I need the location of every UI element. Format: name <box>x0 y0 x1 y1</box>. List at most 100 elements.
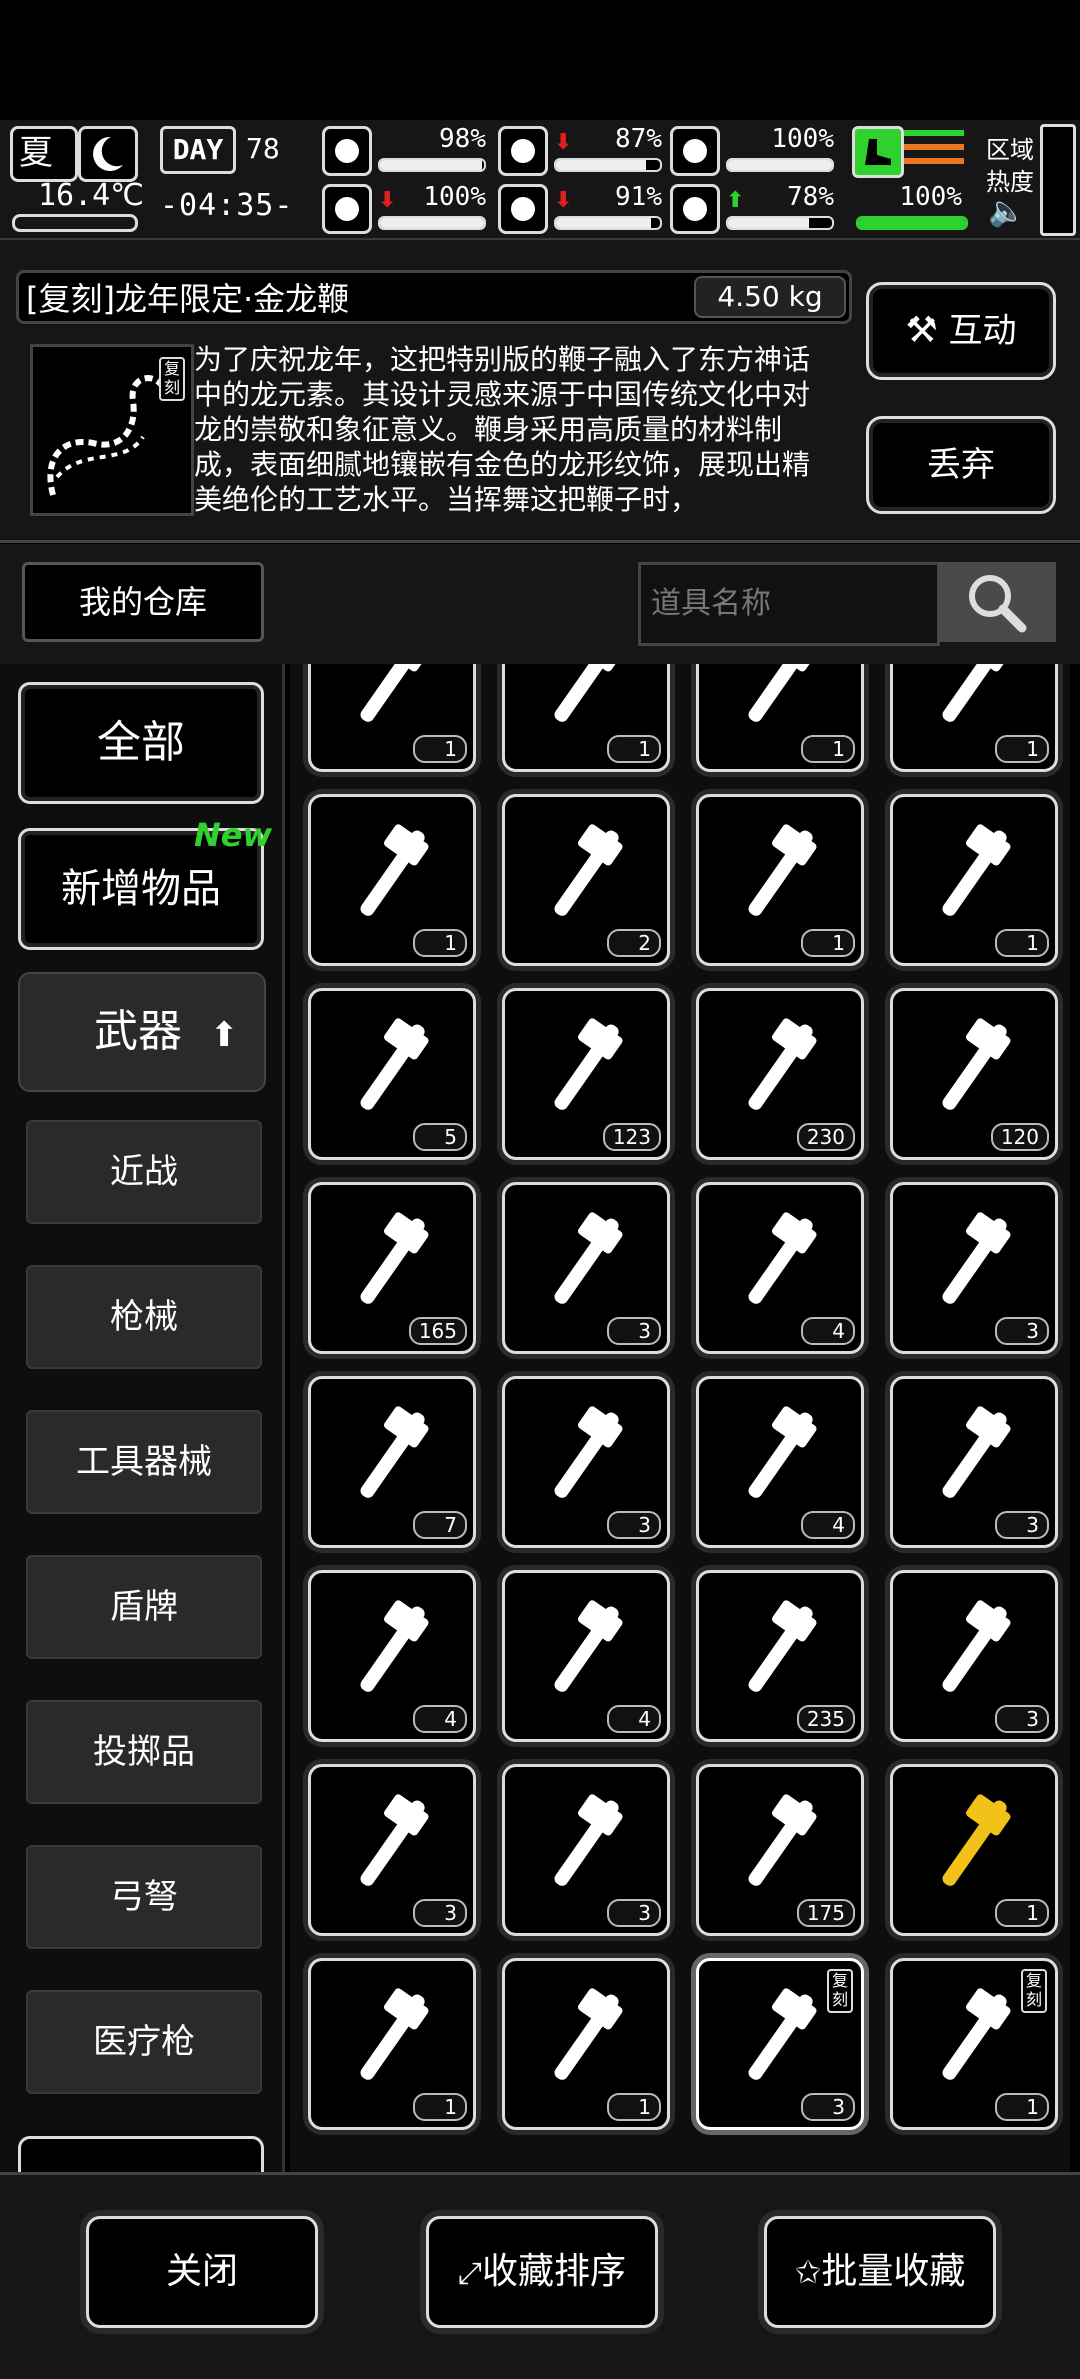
item-count: 3 <box>995 1317 1049 1345</box>
item-count: 1 <box>413 2093 467 2121</box>
item-count: 1 <box>801 929 855 957</box>
inventory-slot[interactable]: 1 <box>890 664 1058 772</box>
inventory-slot[interactable]: 复刻 3 <box>696 1958 864 2130</box>
inventory-slot[interactable]: 4 <box>696 1376 864 1548</box>
region-heat-label: 区域 热度 <box>986 134 1046 198</box>
stat-bar-fill <box>728 218 810 228</box>
star-icon: ✩ <box>794 2253 822 2291</box>
search-input[interactable]: 道具名称 <box>638 562 940 646</box>
inventory-slot[interactable]: 120 <box>890 988 1058 1160</box>
item-count: 120 <box>990 1123 1049 1151</box>
shovel-icon <box>360 1018 429 1110</box>
item-name: [复刻]龙年限定·金龙鞭 <box>26 280 350 318</box>
incendiary-icon <box>942 1018 1011 1110</box>
category-new-label: 新增物品 <box>61 866 221 912</box>
item-count: 165 <box>408 1317 467 1345</box>
inventory-slot[interactable]: 3 <box>502 1376 670 1548</box>
inventory-slot[interactable]: 3 <box>308 1764 476 1936</box>
inventory-slot[interactable]: 3 <box>890 1570 1058 1742</box>
inventory-slot[interactable]: 1 <box>308 664 476 772</box>
stat-bar <box>554 216 662 230</box>
item-count: 1 <box>413 929 467 957</box>
stat-bar-fill <box>556 160 647 170</box>
inventory-slot[interactable]: 7 <box>308 1376 476 1548</box>
item-count: 3 <box>801 2093 855 2121</box>
chainsaw-icon <box>360 1600 429 1692</box>
item-count: 1 <box>995 929 1049 957</box>
speaker-icon[interactable]: 🔈 <box>988 194 1025 229</box>
item-count: 3 <box>995 1705 1049 1733</box>
item-count: 3 <box>607 1511 661 1539</box>
golden-hammer-icon <box>942 1794 1011 1886</box>
minigun-icon <box>748 1212 817 1304</box>
item-count: 235 <box>796 1705 855 1733</box>
inventory-slot[interactable]: 3 <box>502 1764 670 1936</box>
inventory-slot[interactable]: 1 <box>308 1958 476 2130</box>
inventory-slot[interactable]: 165 <box>308 1182 476 1354</box>
inventory-slot[interactable]: 3 <box>890 1376 1058 1548</box>
inventory-slot[interactable]: 1 <box>696 664 864 772</box>
my-warehouse-button[interactable]: 我的仓库 <box>22 562 264 642</box>
item-count: 230 <box>796 1123 855 1151</box>
subcategory-item[interactable]: 工具器械 <box>26 1410 262 1514</box>
subcategory-item[interactable]: 医疗枪 <box>26 1990 262 2094</box>
subcategory-item[interactable]: 枪械 <box>26 1265 262 1369</box>
stat-bar <box>378 216 486 230</box>
stat-value: 91% <box>615 182 662 212</box>
cleaver-icon <box>554 1988 623 2080</box>
inventory-slot[interactable]: 复刻 1 <box>890 1958 1058 2130</box>
inventory-slot[interactable]: 123 <box>502 988 670 1160</box>
tomahawk-icon <box>554 1212 623 1304</box>
item-count: 1 <box>995 735 1049 763</box>
inventory-slot[interactable]: 1 <box>890 1764 1058 1936</box>
dragon-whip-icon <box>748 1988 817 2080</box>
inventory-slot[interactable]: 4 <box>308 1570 476 1742</box>
inventory-slot[interactable]: 4 <box>696 1182 864 1354</box>
category-all[interactable]: 全部 <box>18 682 264 804</box>
stat-bar-fill <box>380 218 484 228</box>
subcategory-item[interactable]: 弓弩 <box>26 1845 262 1949</box>
inventory-slot[interactable]: 3 <box>502 1182 670 1354</box>
inventory-slot[interactable]: 1 <box>308 794 476 966</box>
collapse-arrow-icon: ⬆ <box>210 1015 239 1055</box>
inventory-grid: 1 1 1 1 1 2 1 1 5 123 230 120 165 3 4 3 7 3 4 3 4 4 235 3 3 3 175 1… <box>290 664 1070 2172</box>
inventory-slot[interactable]: 230 <box>696 988 864 1160</box>
interact-button[interactable]: ⚒ 互动 <box>866 282 1056 380</box>
item-count: 1 <box>995 1899 1049 1927</box>
replica-badge: 复刻 <box>1021 1969 1047 2013</box>
category-next-partial[interactable] <box>18 2136 264 2175</box>
shovel-blade-icon <box>748 664 817 722</box>
frag-grenade-icon <box>748 1018 817 1110</box>
inventory-slot[interactable]: 2 <box>502 794 670 966</box>
item-count: 1 <box>801 735 855 763</box>
inventory-slot[interactable]: 1 <box>502 1958 670 2130</box>
stamina-bars <box>904 130 964 170</box>
close-button[interactable]: 关闭 <box>86 2216 318 2328</box>
season-indicator: 夏 <box>10 126 78 182</box>
inventory-slot[interactable]: 175 <box>696 1764 864 1936</box>
stat-bar-fill <box>556 218 651 228</box>
close-label: 关闭 <box>165 2251 238 2292</box>
brain-icon <box>322 184 372 234</box>
water-drop-icon <box>498 184 548 234</box>
subcategory-item[interactable]: 盾牌 <box>26 1555 262 1659</box>
subcategory-item[interactable]: 近战 <box>26 1120 262 1224</box>
stat-bar <box>726 158 834 172</box>
category-weapons[interactable]: 武器 ⬆ <box>18 972 266 1092</box>
batch-favorite-label: 批量收藏 <box>821 2251 966 2292</box>
subcategory-item[interactable]: 投掷品 <box>26 1700 262 1804</box>
inventory-slot[interactable]: 1 <box>696 794 864 966</box>
inventory-slot[interactable]: 5 <box>308 988 476 1160</box>
stat-value: 98% <box>439 124 486 154</box>
inventory-slot[interactable]: 235 <box>696 1570 864 1742</box>
inventory-slot[interactable]: 1 <box>502 664 670 772</box>
heart-icon <box>670 184 720 234</box>
search-button[interactable] <box>938 562 1056 642</box>
favorite-sort-button[interactable]: ⤢收藏排序 <box>426 2216 658 2328</box>
inventory-slot[interactable]: 4 <box>502 1570 670 1742</box>
discard-button[interactable]: 丢弃 <box>866 416 1056 514</box>
inventory-slot[interactable]: 1 <box>890 794 1058 966</box>
batch-favorite-button[interactable]: ✩批量收藏 <box>764 2216 996 2328</box>
inventory-slot[interactable]: 3 <box>890 1182 1058 1354</box>
discard-label: 丢弃 <box>927 445 995 485</box>
